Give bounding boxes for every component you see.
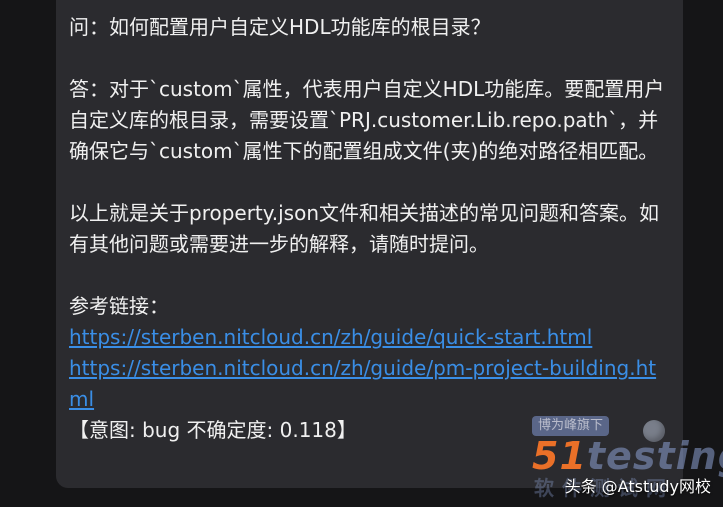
watermark-logo: 51testing bbox=[532, 434, 723, 478]
reference-link-project-building[interactable]: https://sterben.nitcloud.cn/zh/guide/pm-… bbox=[69, 356, 656, 411]
watermark: 博为峰旗下 51testing 软件测试网 头条 @Atstudy网校 bbox=[520, 412, 723, 507]
watermark-source: 头条 @Atstudy网校 bbox=[564, 477, 711, 496]
references-label: 参考链接： bbox=[69, 294, 169, 318]
question-text: 问：如何配置用户自定义HDL功能库的根目录？ bbox=[69, 15, 491, 39]
reference-link-quick-start[interactable]: https://sterben.nitcloud.cn/zh/guide/qui… bbox=[69, 325, 592, 349]
watermark-badge: 博为峰旗下 bbox=[532, 416, 610, 436]
watermark-logo-text: testing bbox=[586, 434, 723, 478]
answer-text: 答：对于`custom`属性，代表用户自定义HDL功能库。要配置用户自定义库的根… bbox=[69, 77, 665, 163]
summary-text: 以上就是关于property.json文件和相关描述的常见问题和答案。如有其他问… bbox=[69, 201, 660, 256]
watermark-logo-number: 51 bbox=[532, 434, 587, 478]
